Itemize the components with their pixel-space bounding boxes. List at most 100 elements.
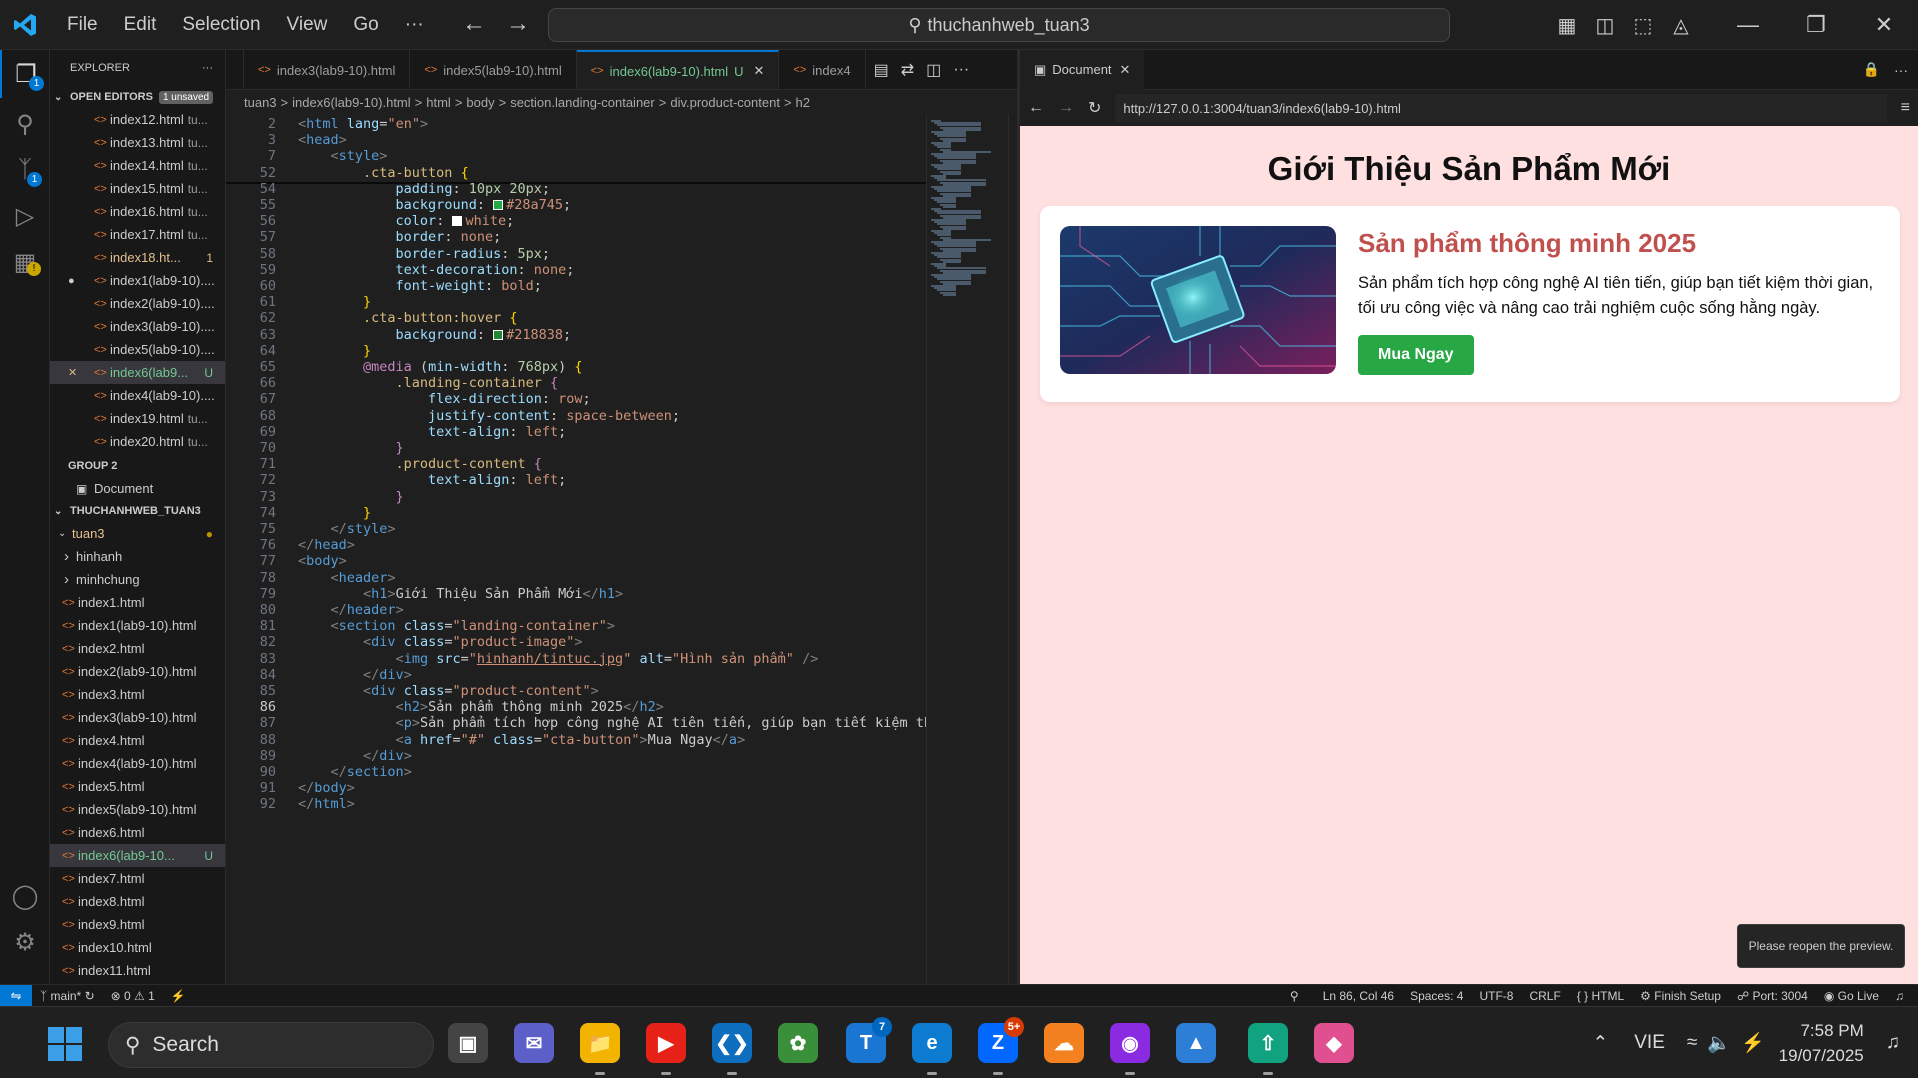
file-item[interactable]: <> index10.html <box>50 936 225 959</box>
cloudflare-icon[interactable]: ☁ <box>1044 1023 1084 1063</box>
file-item[interactable]: <> index1(lab9-10).html <box>50 614 225 637</box>
toggle-panel-icon[interactable]: ⬚ <box>1624 13 1662 38</box>
toggle-sidebar-icon[interactable]: ◫ <box>1586 13 1624 38</box>
edge-icon[interactable]: e <box>912 1023 952 1075</box>
file-item[interactable]: <> index2(lab9-10).html <box>50 660 225 683</box>
open-preview-icon[interactable]: ▤ <box>874 60 889 80</box>
extensions-icon[interactable]: ▦! <box>0 238 50 286</box>
battery-icon[interactable]: ⚡ <box>1741 1031 1765 1055</box>
cursor-position[interactable]: Ln 86, Col 46 <box>1315 989 1402 1003</box>
open-editor-item[interactable]: <> index14.html tu... <box>50 154 225 177</box>
app-diamond-icon[interactable]: ◆ <box>1314 1023 1354 1063</box>
accounts-icon[interactable]: ◯ <box>0 872 50 920</box>
folder-item[interactable]: › minhchung <box>50 568 225 591</box>
open-editor-item[interactable]: <> index13.html tu... <box>50 131 225 154</box>
wifi-icon[interactable]: ≈ <box>1687 1032 1697 1054</box>
port-item[interactable]: ☍ Port: 3004 <box>1729 989 1816 1003</box>
settings-gear-icon[interactable]: ⚙ <box>0 918 50 966</box>
windows-start-icon[interactable] <box>48 1027 82 1061</box>
command-center-search[interactable]: ⚲ thuchanhweb_tuan3 <box>548 8 1450 42</box>
editor-tab[interactable]: <> index5(lab9-10).html <box>410 50 577 89</box>
breadcrumb-item[interactable]: h2 <box>796 95 810 110</box>
file-item[interactable]: <> index11.html <box>50 959 225 982</box>
url-input[interactable]: http://127.0.0.1:3004/tuan3/index6(lab9-… <box>1115 94 1887 122</box>
open-editor-item[interactable]: <> index5(lab9-10).... <box>50 338 225 361</box>
end-of-line[interactable]: CRLF <box>1521 989 1568 1003</box>
editor-tab[interactable]: <> index3(lab9-10).html <box>244 50 411 89</box>
more-actions-icon[interactable]: ··· <box>202 62 213 74</box>
cloud-upload-icon[interactable]: ⇧ <box>1248 1023 1288 1075</box>
open-editor-item[interactable]: <> index20.html tu... <box>50 430 225 453</box>
vscode-taskbar-icon[interactable]: ❮❯ <box>712 1023 752 1075</box>
workspace-section[interactable]: ⌄ THUCHANHWEB_TUAN3 <box>50 500 225 522</box>
language-mode[interactable]: { } HTML <box>1569 989 1632 1003</box>
back-arrow-icon[interactable]: ← <box>462 10 486 38</box>
code-view[interactable]: 2 <html lang="en"> 3 <head> 7 <style> 52 .cta… <box>226 114 926 984</box>
open-editor-item[interactable]: <> index3(lab9-10).... <box>50 315 225 338</box>
buy-now-button[interactable]: Mua Ngay <box>1358 335 1474 375</box>
file-item[interactable]: <> index1.html <box>50 591 225 614</box>
breadcrumb-item[interactable]: section.landing-container <box>510 95 655 110</box>
more-actions-icon[interactable]: ··· <box>953 61 969 79</box>
breadcrumb-item[interactable]: body <box>466 95 494 110</box>
notification-bell-icon[interactable]: ♫ <box>1886 1032 1900 1054</box>
split-editor-icon[interactable]: ◫ <box>926 60 941 80</box>
minimize-icon[interactable]: — <box>1714 12 1782 38</box>
remote-icon[interactable]: ⇋ <box>0 984 32 1007</box>
browser-icon[interactable]: ◉ <box>1110 1023 1150 1075</box>
teams-icon[interactable]: T7 <box>846 1017 892 1063</box>
teams-chat-icon[interactable]: ✉ <box>514 1023 554 1063</box>
open-editor-item[interactable]: <> index2(lab9-10).... <box>50 292 225 315</box>
finish-setup[interactable]: ⚙ Finish Setup <box>1632 989 1729 1003</box>
file-item[interactable]: <> index6.html <box>50 821 225 844</box>
volume-icon[interactable]: 🔈 <box>1707 1031 1731 1055</box>
breadcrumb-item[interactable]: tuan3 <box>244 95 277 110</box>
run-debug-icon[interactable]: ▷ <box>0 192 50 240</box>
toggle-secondary-sidebar-icon[interactable]: ◬ <box>1662 13 1700 38</box>
photos-icon[interactable]: ▲ <box>1176 1023 1216 1063</box>
youtube-icon[interactable]: ▶ <box>646 1023 686 1075</box>
open-editor-item[interactable]: <> index15.html tu... <box>50 177 225 200</box>
lightning-icon[interactable]: ⚡ <box>163 989 194 1003</box>
compare-icon[interactable]: ⇄ <box>901 60 914 80</box>
open-editor-item[interactable]: <> index16.html tu... <box>50 200 225 223</box>
file-item[interactable]: <> index4(lab9-10).html <box>50 752 225 775</box>
close-icon[interactable]: ✕ <box>68 366 80 379</box>
go-live-button[interactable]: ◉ Go Live <box>1816 989 1887 1003</box>
menu-item[interactable]: View <box>274 14 341 36</box>
source-control-icon[interactable]: ᛉ1 <box>0 146 50 194</box>
menu-item[interactable]: Edit <box>111 14 170 36</box>
minimap[interactable] <box>926 114 1006 984</box>
file-item[interactable]: <> index5.html <box>50 775 225 798</box>
language-indicator[interactable]: VIE <box>1634 1032 1665 1054</box>
breadcrumb-item[interactable]: index6(lab9-10).html <box>292 95 411 110</box>
restore-icon[interactable]: ❐ <box>1782 12 1850 38</box>
editor-tab[interactable]: <> index6(lab9-10).html U ✕ <box>576 50 780 89</box>
folder-item[interactable]: › hinhanh <box>50 545 225 568</box>
open-editor-item[interactable]: <> index17.html tu... <box>50 223 225 246</box>
menu-item[interactable]: File <box>54 14 111 36</box>
breadcrumb-item[interactable]: div.product-content <box>670 95 780 110</box>
file-item[interactable]: <> index7.html <box>50 867 225 890</box>
forward-arrow-icon[interactable]: → <box>506 10 530 38</box>
encoding[interactable]: UTF-8 <box>1471 989 1521 1003</box>
file-item[interactable]: <> index8.html <box>50 890 225 913</box>
zalo-icon[interactable]: Z 5+ <box>978 1017 1024 1075</box>
file-item[interactable]: <> index3.html <box>50 683 225 706</box>
file-item[interactable]: <> index5(lab9-10).html <box>50 798 225 821</box>
more-actions-icon[interactable]: ··· <box>1894 62 1908 78</box>
problems-item[interactable]: ⊗ 0 ⚠ 1 <box>103 989 163 1003</box>
menu-item[interactable]: ··· <box>392 14 437 36</box>
notifications-bell-icon[interactable]: ♫ <box>1887 989 1912 1003</box>
clock[interactable]: 7:58 PM 19/07/2025 <box>1779 1018 1864 1068</box>
app-leaf-icon[interactable]: ✿ <box>778 1023 818 1063</box>
customize-layout-icon[interactable]: ▦ <box>1548 13 1586 38</box>
menu-item[interactable]: Go <box>340 14 391 36</box>
editor-tab[interactable]: <> index4 <box>779 50 866 89</box>
open-editor-item[interactable]: <> index18.ht... 1 <box>50 246 225 269</box>
file-item[interactable]: <> index9.html <box>50 913 225 936</box>
branch-item[interactable]: ᛉ main* ↻ <box>32 989 103 1003</box>
task-view-icon[interactable]: ▣ <box>448 1023 488 1063</box>
reload-icon[interactable]: ↻ <box>1088 98 1101 118</box>
open-editors-section[interactable]: ⌄ OPEN EDITORS 1 unsaved <box>50 86 225 108</box>
